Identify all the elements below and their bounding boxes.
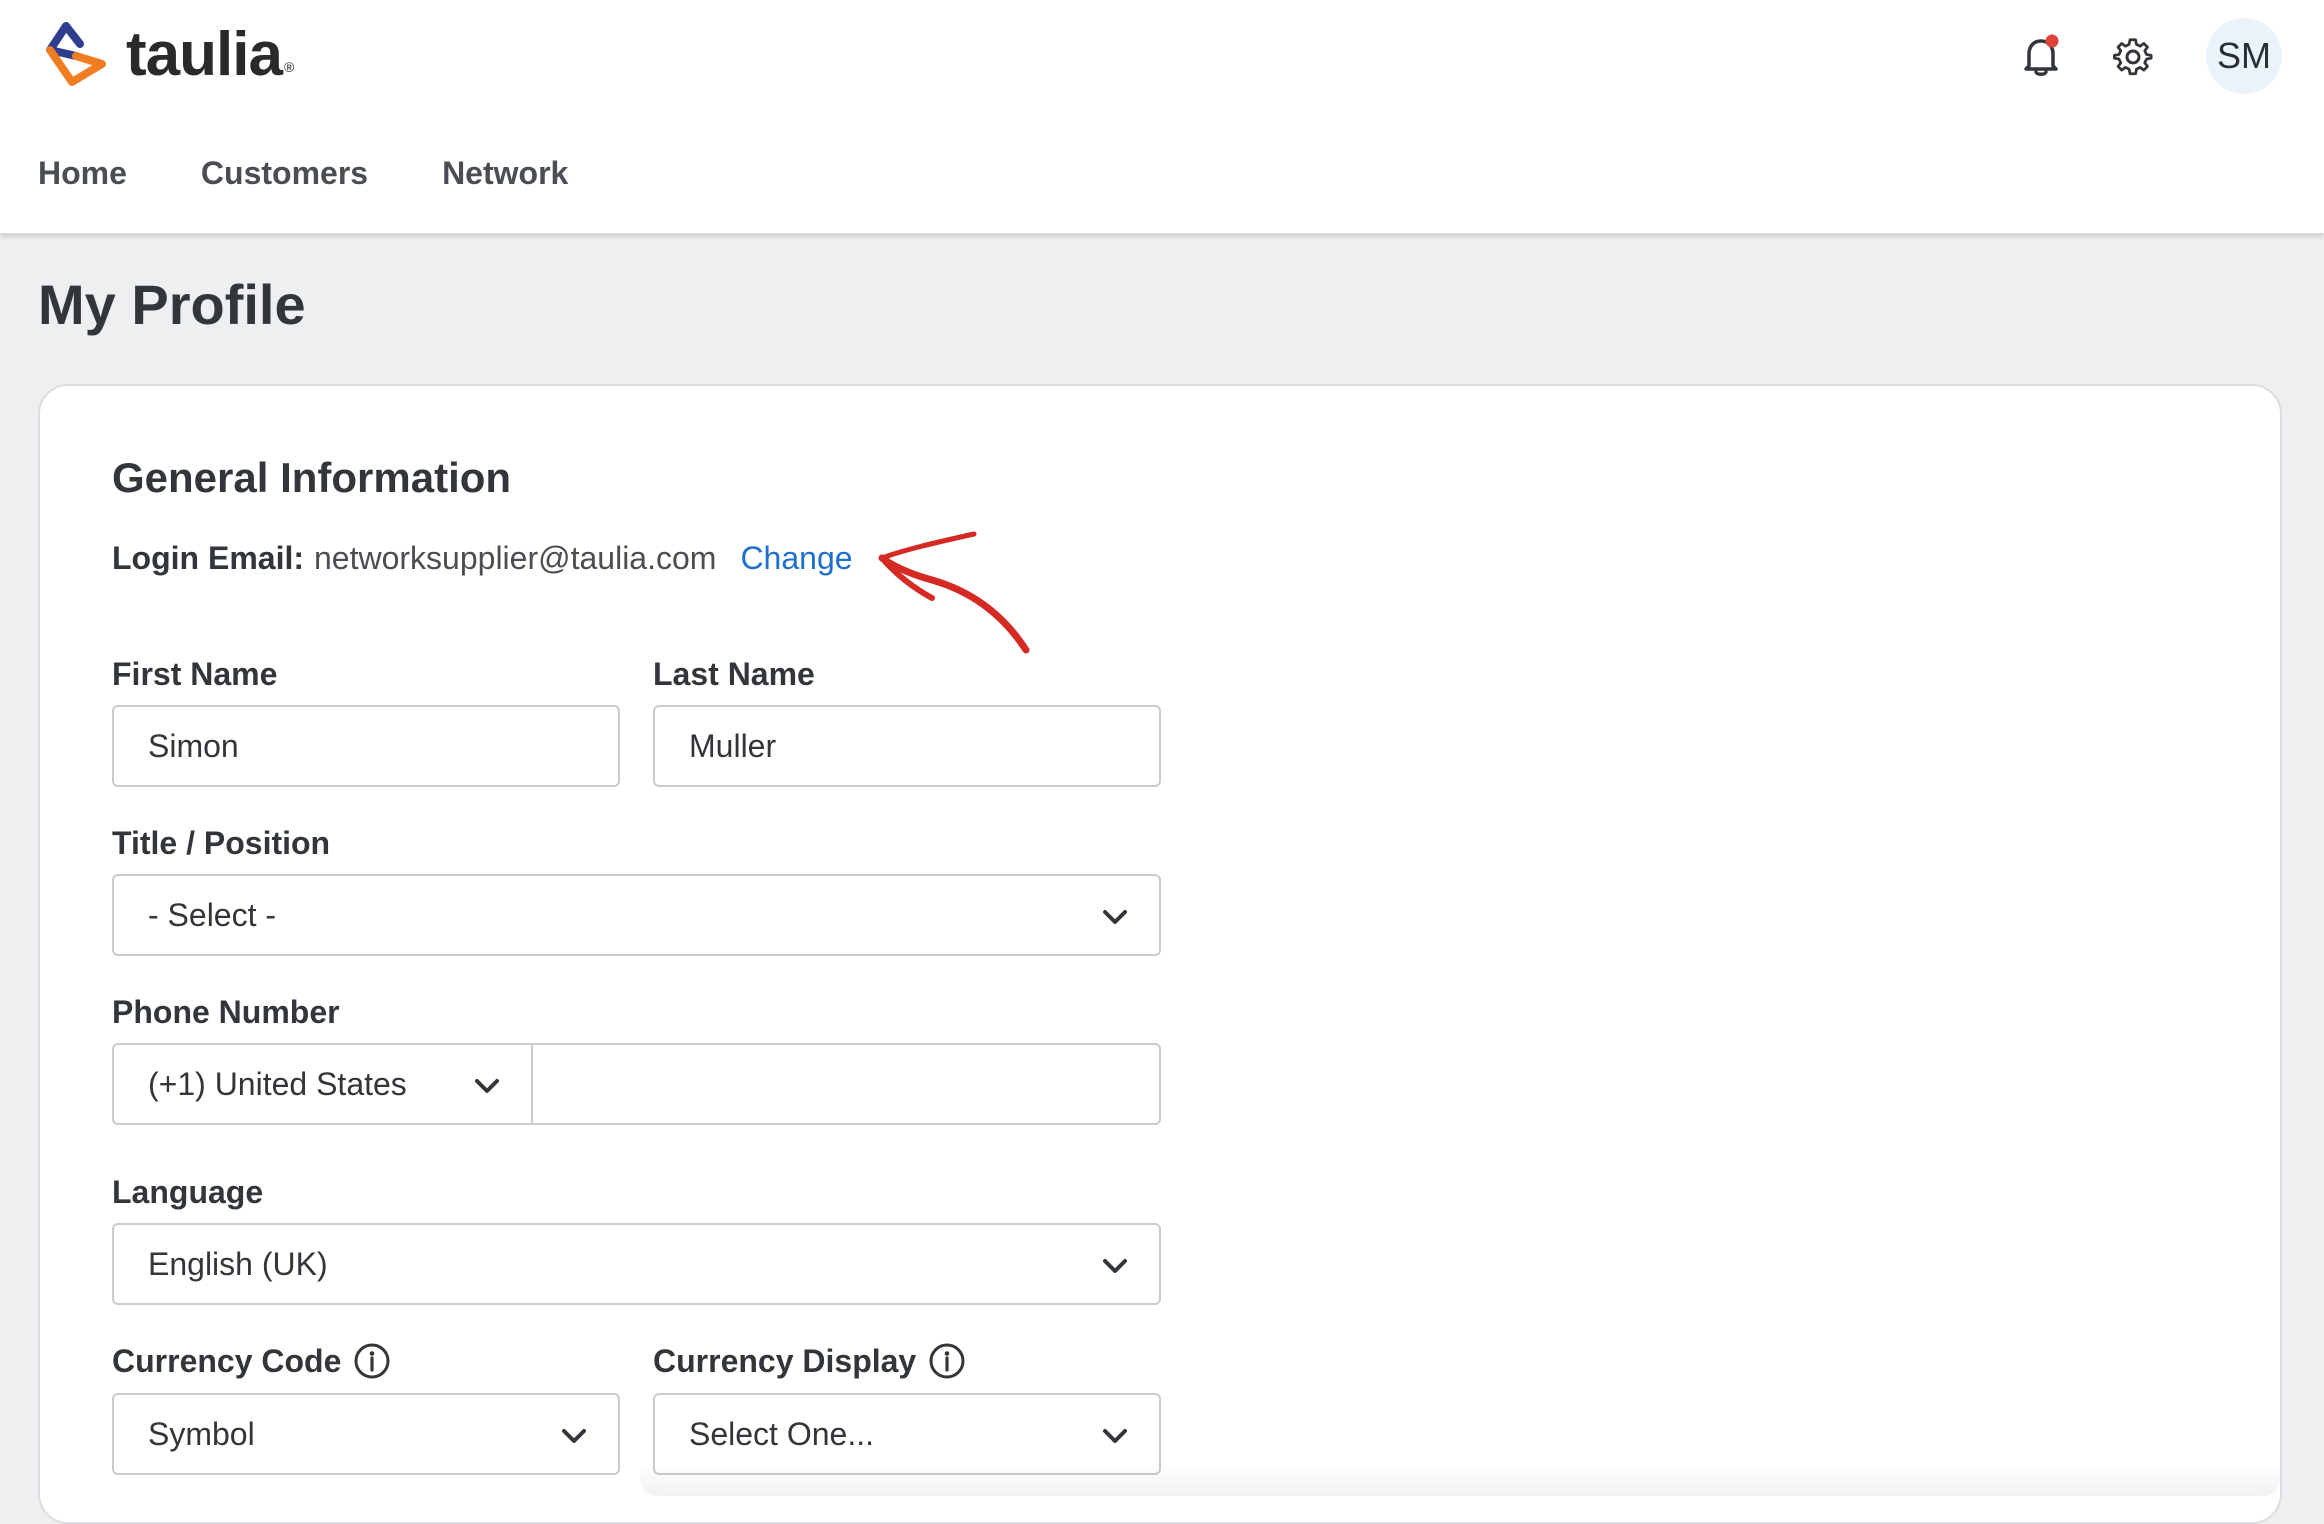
phone-number-label: Phone Number: [112, 994, 340, 1030]
chevron-down-icon: [1103, 1259, 1127, 1273]
currency-display-value: Select One...: [689, 1415, 874, 1452]
chevron-down-icon: [475, 1079, 499, 1093]
gear-icon: [2113, 38, 2153, 76]
last-name-value: Muller: [689, 727, 777, 764]
phone-country-value: (+1) United States: [148, 1065, 407, 1102]
language-label: Language: [112, 1174, 264, 1210]
bell-icon: [2024, 34, 2059, 76]
chevron-down-icon: [1103, 910, 1127, 924]
currency-code-select[interactable]: Symbol: [112, 1393, 620, 1475]
notifications-button[interactable]: [2016, 30, 2066, 82]
info-icon[interactable]: [928, 1342, 966, 1380]
change-email-link[interactable]: Change: [740, 540, 852, 577]
first-name-value: Simon: [148, 727, 239, 764]
settings-button[interactable]: [2108, 32, 2158, 82]
login-email-row: Login Email: networksupplier@taulia.com …: [112, 540, 853, 577]
main-nav: Home Customers Network: [38, 150, 642, 196]
user-avatar[interactable]: SM: [2206, 18, 2282, 94]
info-icon[interactable]: [353, 1342, 391, 1380]
title-position-label: Title / Position: [112, 825, 331, 861]
login-email-label: Login Email:: [112, 540, 304, 576]
annotation-arrow-icon: [878, 531, 1030, 654]
logo-wordmark: taulia ®: [126, 20, 294, 89]
last-name-label: Last Name: [653, 656, 815, 692]
currency-display-label-text: Currency Display: [653, 1342, 917, 1379]
phone-number-input[interactable]: [531, 1043, 1161, 1125]
top-header: taulia ® SM Home Customers Network: [0, 0, 2324, 234]
page-title: My Profile: [38, 273, 306, 336]
notification-dot: [2045, 34, 2059, 48]
phone-country-select[interactable]: (+1) United States: [112, 1043, 533, 1125]
currency-code-label: Currency Code: [112, 1342, 391, 1380]
language-value: English (UK): [148, 1245, 328, 1282]
card-footer-shadow: [640, 1462, 2280, 1496]
currency-display-label: Currency Display: [653, 1342, 966, 1380]
first-name-label: First Name: [112, 656, 278, 692]
first-name-input[interactable]: Simon: [112, 705, 620, 787]
login-email-value: networksupplier@taulia.com: [314, 540, 717, 576]
nav-item-network[interactable]: Network: [442, 150, 568, 196]
currency-code-value: Symbol: [148, 1415, 255, 1452]
chevron-down-icon: [562, 1429, 586, 1443]
language-select[interactable]: English (UK): [112, 1223, 1161, 1305]
nav-item-home[interactable]: Home: [38, 150, 127, 196]
nav-item-customers[interactable]: Customers: [201, 150, 368, 196]
taulia-logo[interactable]: taulia ®: [36, 20, 294, 90]
currency-code-label-text: Currency Code: [112, 1342, 342, 1379]
last-name-input[interactable]: Muller: [653, 705, 1161, 787]
title-position-value: - Select -: [148, 896, 277, 933]
taulia-logo-mark-icon: [46, 22, 106, 86]
title-position-select[interactable]: - Select -: [112, 874, 1161, 956]
avatar-initials: SM: [2217, 35, 2271, 76]
chevron-down-icon: [1103, 1429, 1127, 1443]
section-title: General Information: [112, 454, 512, 501]
